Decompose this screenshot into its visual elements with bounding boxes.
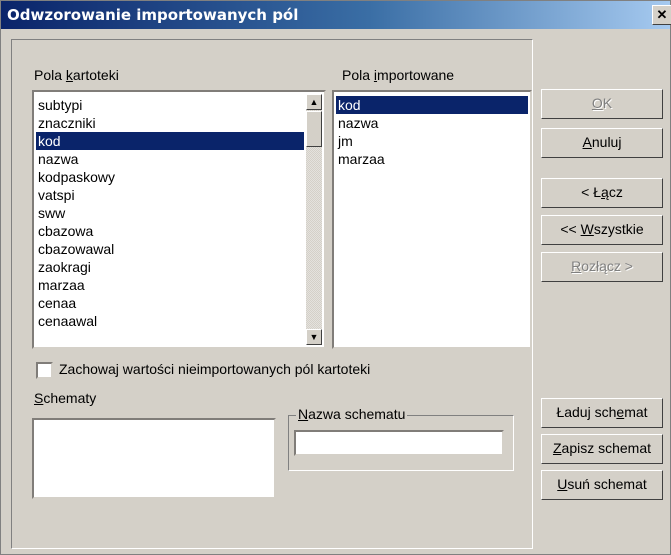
imported-field-item[interactable]: jm [336,132,528,150]
title-bar: Odwzorowanie importowanych pól ✕ [1,1,671,29]
save-scheme-button[interactable]: Zapisz schemat [541,434,663,464]
scheme-name-label-mnemonic: N [298,406,309,422]
schemes-label: Schematy [34,390,96,406]
load-scheme-button[interactable]: Ładuj schemat [541,398,663,428]
left-list-label-pre: Pola [34,67,66,83]
window-title: Odwzorowanie importowanych pól [7,6,299,24]
kartoteka-field-item[interactable]: subtypi [36,96,304,114]
close-icon: ✕ [656,7,668,22]
kartoteka-field-item[interactable]: kodpaskowy [36,168,304,186]
keep-values-checkbox[interactable] [36,362,53,379]
kartoteka-field-item[interactable]: cenaa [36,294,304,312]
connect-all-button[interactable]: << Wszystkie [541,215,663,245]
imported-field-item[interactable]: kod [336,96,528,114]
imported-field-item[interactable]: marzaa [336,150,528,168]
scroll-up-button[interactable]: ▲ [306,94,322,110]
left-list-scrollbar[interactable]: ▲ ▼ [306,94,322,345]
scheme-name-label-post: azwa schematu [308,406,406,422]
kartoteka-field-item[interactable]: cbazowawal [36,240,304,258]
connect-all-button-label-pre: << [560,221,581,237]
scroll-down-arrow-icon: ▼ [309,332,319,342]
kartoteka-field-item[interactable]: vatspi [36,186,304,204]
disconnect-button-label: ozłącz > [581,258,633,274]
close-button[interactable]: ✕ [652,5,671,25]
kartoteka-field-item[interactable]: znaczniki [36,114,304,132]
save-scheme-mnemonic: Z [552,440,562,456]
delete-scheme-mnemonic: U [557,476,568,492]
load-scheme-label-post: mat [624,404,648,420]
delete-scheme-button[interactable]: Usuń schemat [541,470,663,500]
connect-button-mnemonic: ą [601,184,609,200]
load-scheme-label-pre: Ładuj sch [556,404,617,420]
kartoteka-field-item[interactable]: nazwa [36,150,304,168]
save-scheme-label: apisz schemat [561,440,652,456]
ok-button-label: K [602,95,613,111]
kartoteka-field-item[interactable]: marzaa [36,276,304,294]
left-list-label-mnemonic: k [65,67,73,83]
schemes-list[interactable] [32,418,276,499]
keep-values-label: Zachowaj wartości nieimportowanych pól k… [59,361,371,377]
right-list-label-post: mportowane [377,67,455,83]
right-list-label-pre: Pola [342,67,374,83]
connect-button-label-post: cz [608,184,623,200]
disconnect-button-mnemonic: R [571,258,582,274]
ok-button-mnemonic: O [591,95,603,111]
kartoteka-fields-list[interactable]: subtypi znaczniki kod nazwa kodpaskowy vatspi… [32,90,326,349]
right-list-label: Pola importowane [342,67,454,83]
delete-scheme-label: suń schemat [567,476,647,492]
left-list-label: Pola kartoteki [34,67,119,83]
disconnect-button[interactable]: Rozłącz > [541,252,663,282]
kartoteka-fields-items: subtypi znaczniki kod nazwa kodpaskowy vatspi… [36,96,304,330]
imported-fields-list[interactable]: kod nazwa jm marzaa [332,90,532,349]
connect-button-label-pre: < Ł [581,184,602,200]
cancel-button[interactable]: Anuluj [541,128,663,158]
connect-button[interactable]: < Łącz [541,178,663,208]
main-panel: Pola kartoteki subtypi znaczniki kod nazwa k… [11,39,533,549]
cancel-button-mnemonic: A [582,134,592,150]
imported-field-item[interactable]: nazwa [336,114,528,132]
schemes-label-mnemonic: S [34,390,44,406]
kartoteka-field-item[interactable]: kod [36,132,304,150]
connect-all-button-mnemonic: W [580,221,594,237]
kartoteka-field-item[interactable]: cenaawal [36,312,304,330]
scheme-name-input[interactable] [294,430,504,456]
kartoteka-field-item[interactable]: sww [36,204,304,222]
scroll-down-button[interactable]: ▼ [306,329,322,345]
cancel-button-label: nuluj [591,134,622,150]
scroll-up-arrow-icon: ▲ [309,97,319,107]
kartoteka-field-item[interactable]: zaokragi [36,258,304,276]
schemes-label-post: chematy [43,390,97,406]
imported-fields-items: kod nazwa jm marzaa [336,96,528,168]
scroll-thumb[interactable] [306,111,322,147]
kartoteka-field-item[interactable]: cbazowa [36,222,304,240]
connect-all-button-label-post: szystkie [593,221,644,237]
ok-button[interactable]: OK [541,89,663,119]
left-list-label-post: artoteki [72,67,119,83]
scheme-name-label: Nazwa schematu [296,406,408,422]
dialog-window: Odwzorowanie importowanych pól ✕ Pola ka… [0,0,671,555]
